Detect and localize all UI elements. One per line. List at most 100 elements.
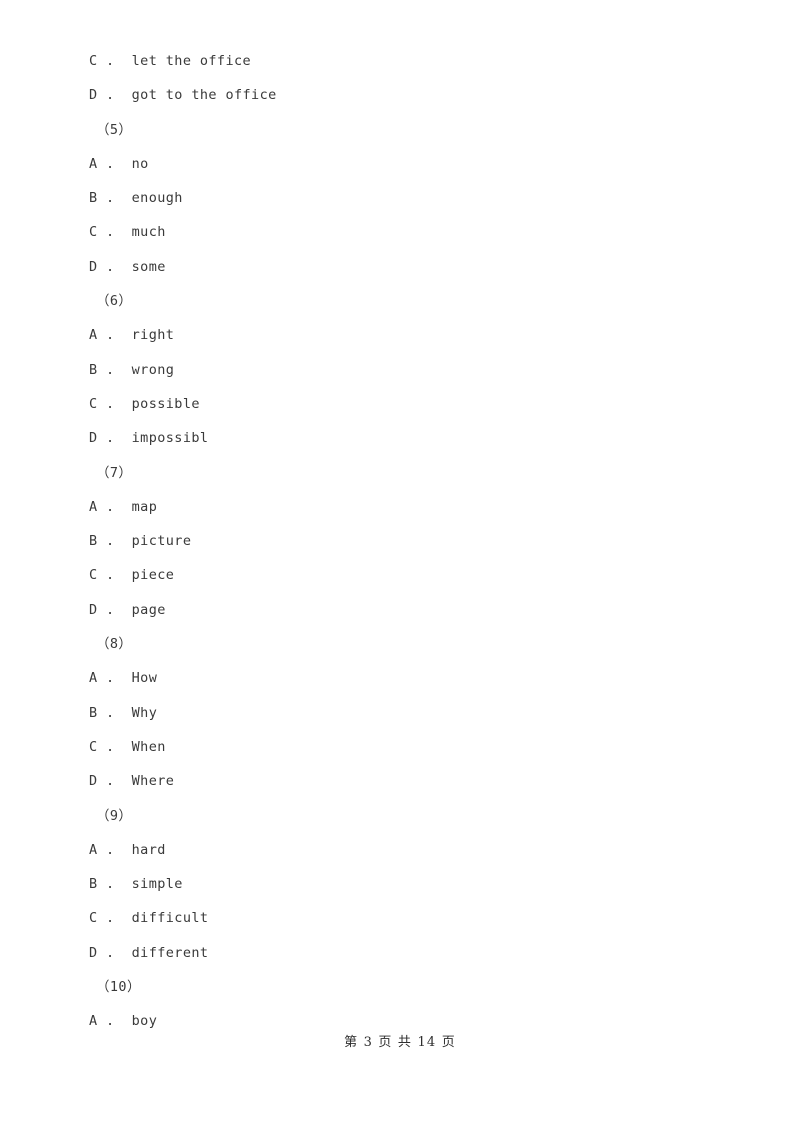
option-letter: C	[89, 395, 98, 412]
option-letter: B	[89, 876, 98, 893]
option-text: hard	[131, 841, 166, 858]
option-text: enough	[131, 190, 183, 207]
option-separator: .	[97, 1013, 132, 1030]
option-separator: .	[97, 704, 132, 721]
option-text: How	[131, 670, 158, 687]
option-text: some	[131, 258, 166, 275]
answer-option: B . Why	[89, 696, 709, 730]
answer-option: D . impossibl	[89, 421, 709, 455]
answer-option: C . difficult	[89, 901, 709, 935]
answer-option: D . different	[89, 936, 709, 970]
option-separator: .	[97, 876, 132, 893]
option-letter: A	[89, 670, 98, 687]
answer-option: B . simple	[89, 867, 709, 901]
question-number: （9）	[96, 807, 133, 824]
option-separator: .	[97, 430, 132, 447]
option-separator: .	[97, 533, 132, 550]
option-text: let the office	[131, 53, 252, 69]
option-letter: B	[89, 361, 98, 378]
option-letter: D	[89, 87, 98, 104]
option-separator: .	[97, 395, 132, 412]
answer-option: D . some	[89, 250, 709, 284]
option-separator: .	[97, 224, 132, 241]
answer-option: A . no	[89, 147, 709, 181]
option-separator: .	[97, 773, 132, 790]
option-letter: D	[89, 258, 98, 275]
answer-option: A . How	[89, 661, 709, 695]
question-options-list: C . let the office D . got to the office （…	[89, 44, 709, 1039]
answer-option: D . got to the office	[89, 78, 709, 112]
answer-option: D . page	[89, 593, 709, 627]
answer-option: C . possible	[89, 387, 709, 421]
option-text: much	[131, 224, 166, 241]
answer-option: B . wrong	[89, 353, 709, 387]
option-text: wrong	[131, 361, 175, 378]
option-letter: D	[89, 430, 98, 447]
option-text: simple	[131, 876, 183, 893]
option-text: impossibl	[131, 430, 209, 447]
option-text: difficult	[131, 910, 209, 927]
question-number: （5）	[96, 121, 133, 138]
option-letter: C	[89, 910, 98, 927]
option-separator: .	[97, 155, 132, 172]
answer-option: D . Where	[89, 764, 709, 798]
answer-option: C . piece	[89, 558, 709, 592]
option-separator: .	[97, 738, 132, 755]
answer-option: C . much	[89, 215, 709, 249]
option-letter: B	[89, 533, 98, 550]
option-separator: .	[97, 601, 132, 618]
option-separator: .	[97, 670, 132, 687]
option-text: Why	[131, 704, 158, 721]
option-separator: .	[97, 498, 132, 515]
option-text: boy	[131, 1013, 158, 1030]
question-number: （8）	[96, 636, 133, 653]
option-letter: A	[89, 155, 98, 172]
option-letter: A	[89, 1013, 98, 1030]
option-separator: .	[97, 910, 132, 927]
option-letter: A	[89, 498, 98, 515]
option-separator: .	[97, 53, 132, 69]
option-letter: C	[89, 567, 98, 584]
option-separator: .	[97, 87, 132, 104]
option-separator: .	[97, 258, 132, 275]
option-letter: A	[89, 841, 98, 858]
answer-option: A . right	[89, 318, 709, 352]
option-separator: .	[97, 567, 132, 584]
option-letter: B	[89, 704, 98, 721]
option-separator: .	[97, 841, 132, 858]
option-separator: .	[97, 944, 132, 961]
option-separator: .	[97, 361, 132, 378]
answer-option: A . hard	[89, 833, 709, 867]
answer-option: A . map	[89, 490, 709, 524]
question-number: （6）	[96, 293, 133, 310]
option-separator: .	[97, 327, 132, 344]
answer-option: C . When	[89, 730, 709, 764]
option-text: picture	[131, 533, 192, 550]
option-text: When	[131, 738, 166, 755]
option-text: no	[131, 155, 149, 172]
option-text: right	[131, 327, 175, 344]
option-text: piece	[131, 567, 175, 584]
option-letter: D	[89, 944, 98, 961]
option-text: page	[131, 601, 166, 618]
option-letter: C	[89, 738, 98, 755]
option-letter: C	[89, 224, 98, 241]
option-text: got to the office	[131, 87, 277, 104]
answer-option: C . let the office	[89, 44, 709, 78]
question-number: （7）	[96, 464, 133, 481]
option-text: different	[131, 944, 209, 961]
option-letter: D	[89, 773, 98, 790]
answer-option: B . picture	[89, 524, 709, 558]
option-separator: .	[97, 190, 132, 207]
option-text: map	[131, 498, 158, 515]
page-footer: 第 3 页 共 14 页	[344, 1035, 456, 1050]
question-number: （10）	[96, 979, 141, 996]
option-letter: A	[89, 327, 98, 344]
option-letter: B	[89, 190, 98, 207]
option-letter: D	[89, 601, 98, 618]
answer-option: B . enough	[89, 181, 709, 215]
option-text: possible	[131, 395, 200, 412]
option-text: Where	[131, 773, 175, 790]
option-letter: C	[89, 53, 98, 69]
document-page: C . let the office D . got to the office （…	[0, 0, 800, 1132]
